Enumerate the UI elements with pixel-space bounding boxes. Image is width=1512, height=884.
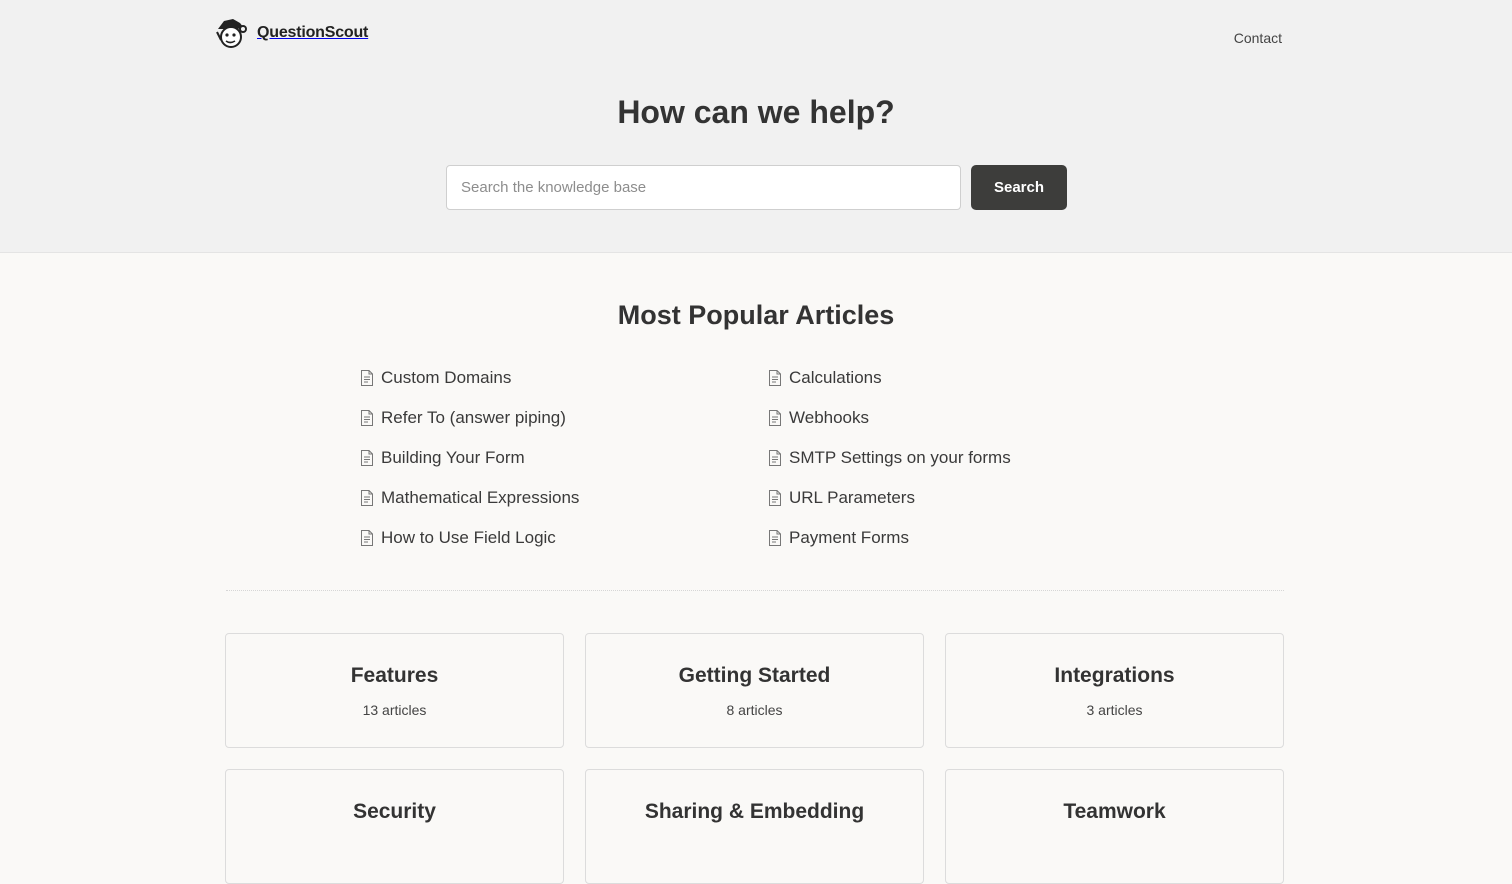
article-link[interactable]: Custom Domains <box>360 365 511 391</box>
article-link[interactable]: Calculations <box>768 365 882 391</box>
article-label: SMTP Settings on your forms <box>789 448 1011 467</box>
article-label: Calculations <box>789 368 882 387</box>
article-label: Building Your Form <box>381 448 525 467</box>
article-link[interactable]: URL Parameters <box>768 485 915 511</box>
article-label: Custom Domains <box>381 368 512 387</box>
article-link[interactable]: How to Use Field Logic <box>360 525 556 551</box>
top-navigation: QuestionScout Contact <box>214 16 1282 52</box>
brand-name: QuestionScout <box>257 24 369 41</box>
category-card-features[interactable]: Features 13 articles <box>225 633 564 748</box>
category-article-count: 3 articles <box>1086 702 1143 718</box>
article-label: Refer To (answer piping) <box>381 408 566 427</box>
article-item: Custom Domains <box>360 365 579 405</box>
article-item: URL Parameters <box>768 485 1011 525</box>
search-button[interactable]: Search <box>971 165 1067 210</box>
category-title: Sharing & Embedding <box>644 800 865 823</box>
document-icon <box>769 450 781 466</box>
article-label: Payment Forms <box>789 528 909 547</box>
category-article-count: 8 articles <box>726 702 783 718</box>
popular-articles-right: Calculations Webhooks SMTP Settings on y… <box>768 365 1011 565</box>
article-link[interactable]: Payment Forms <box>768 525 909 551</box>
search-input[interactable] <box>446 165 961 210</box>
document-icon <box>361 410 373 426</box>
hero-section: QuestionScout Contact How can we help? S… <box>0 0 1512 253</box>
contact-link[interactable]: Contact <box>1234 30 1282 46</box>
document-icon <box>769 410 781 426</box>
document-icon <box>361 450 373 466</box>
document-icon <box>361 490 373 506</box>
category-title: Teamwork <box>1063 800 1166 823</box>
article-link[interactable]: Webhooks <box>768 405 869 431</box>
article-link[interactable]: Mathematical Expressions <box>360 485 579 511</box>
brand-link[interactable]: QuestionScout <box>214 16 368 50</box>
category-grid: Features 13 articles Getting Started 8 a… <box>225 633 1285 884</box>
popular-articles-title: Most Popular Articles <box>617 300 895 330</box>
popular-articles-left: Custom Domains Refer To (answer piping) … <box>360 365 579 565</box>
category-title: Integrations <box>1054 664 1175 687</box>
mascot-logo-icon <box>216 19 247 48</box>
page-title: How can we help? <box>617 94 895 130</box>
article-label: How to Use Field Logic <box>381 528 556 547</box>
document-icon <box>361 530 373 546</box>
article-label: Webhooks <box>789 408 870 427</box>
search-form: Search <box>446 165 1067 210</box>
document-icon <box>361 370 373 386</box>
article-item: Refer To (answer piping) <box>360 405 579 445</box>
category-title: Getting Started <box>678 664 831 687</box>
document-icon <box>769 370 781 386</box>
article-link[interactable]: Building Your Form <box>360 445 525 471</box>
article-item: Calculations <box>768 365 1011 405</box>
article-item: Mathematical Expressions <box>360 485 579 525</box>
article-item: SMTP Settings on your forms <box>768 445 1011 485</box>
section-divider <box>226 590 1284 591</box>
article-link[interactable]: SMTP Settings on your forms <box>768 445 1011 471</box>
category-card-getting-started[interactable]: Getting Started 8 articles <box>585 633 924 748</box>
category-card-sharing-embedding[interactable]: Sharing & Embedding <box>585 769 924 884</box>
category-card-teamwork[interactable]: Teamwork <box>945 769 1284 884</box>
article-item: Payment Forms <box>768 525 1011 565</box>
category-article-count: 13 articles <box>362 702 427 718</box>
article-label: Mathematical Expressions <box>381 488 580 507</box>
document-icon <box>769 490 781 506</box>
category-title: Features <box>350 664 439 687</box>
article-item: How to Use Field Logic <box>360 525 579 565</box>
category-title: Security <box>353 800 436 823</box>
document-icon <box>769 530 781 546</box>
article-label: URL Parameters <box>789 488 915 507</box>
article-item: Webhooks <box>768 405 1011 445</box>
category-card-security[interactable]: Security <box>225 769 564 884</box>
category-card-integrations[interactable]: Integrations 3 articles <box>945 633 1284 748</box>
article-item: Building Your Form <box>360 445 579 485</box>
article-link[interactable]: Refer To (answer piping) <box>360 405 566 431</box>
